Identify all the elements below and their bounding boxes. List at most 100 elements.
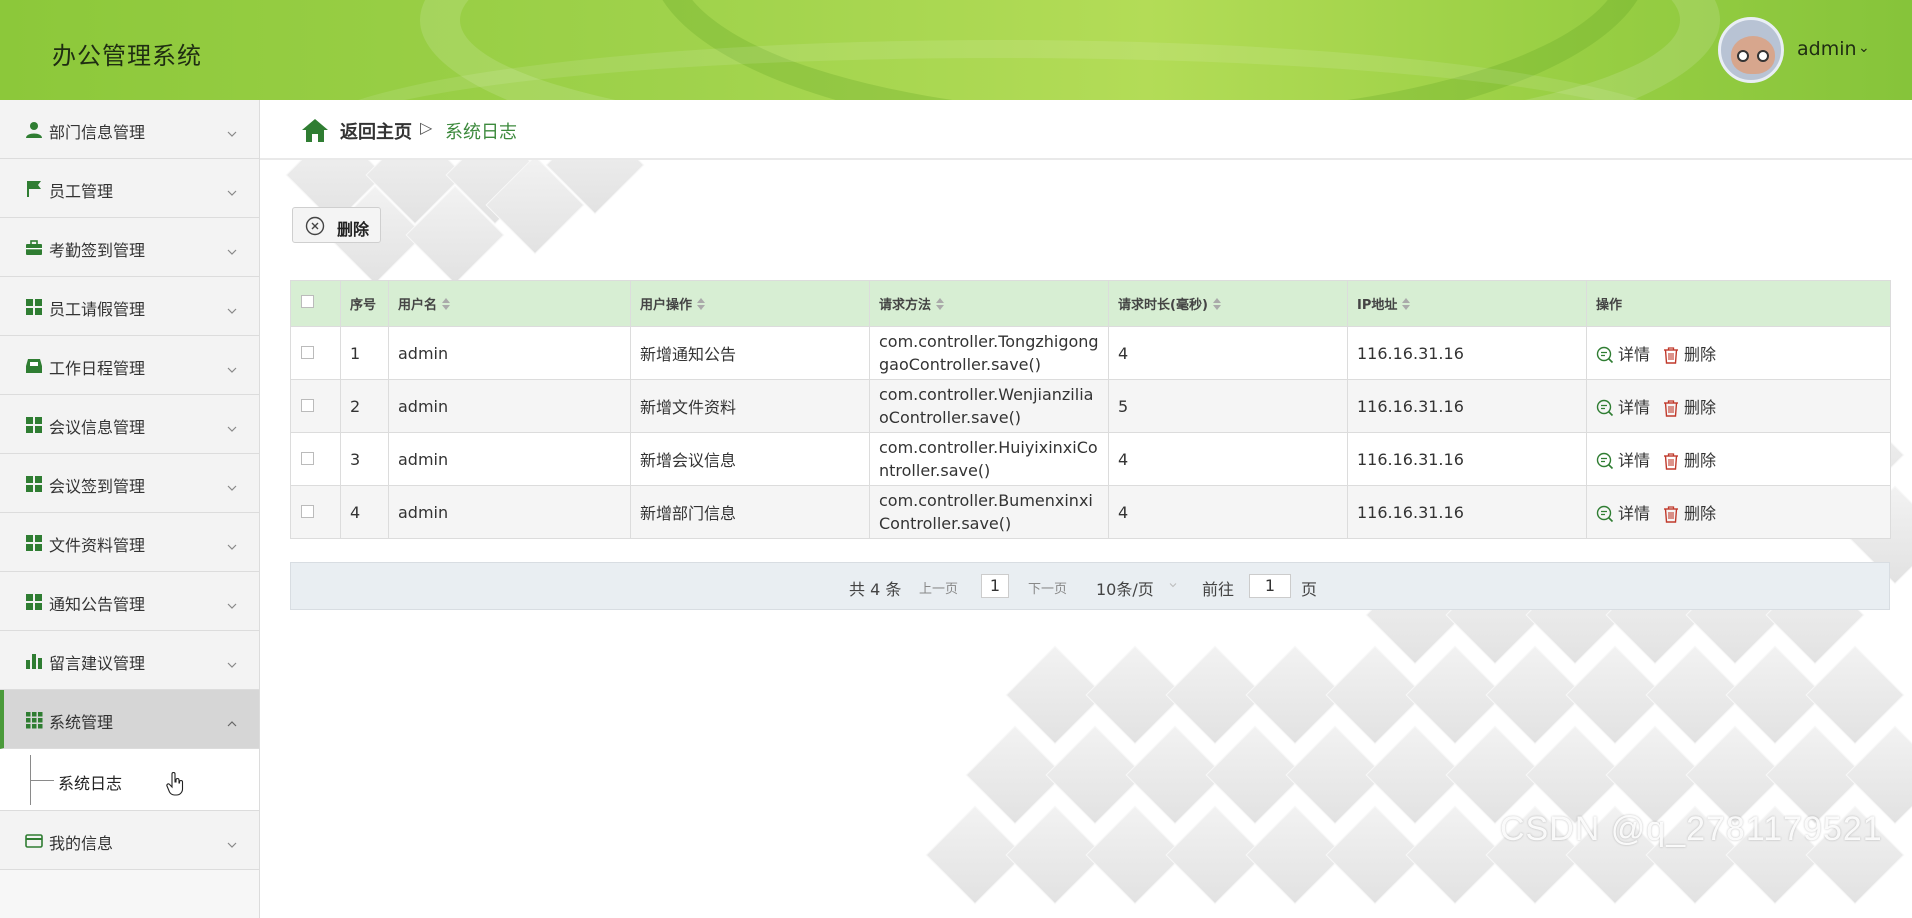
sort-icon[interactable]: [936, 298, 945, 310]
cell-operation: 新增部门信息: [630, 485, 870, 539]
row-checkbox[interactable]: [301, 504, 314, 518]
column-header-label: 请求时长(毫秒): [1118, 298, 1208, 313]
grid-icon: [25, 475, 43, 493]
row-delete-button[interactable]: 删除: [1662, 394, 1716, 418]
cell-operation: 新增文件资料: [630, 379, 870, 433]
apps-icon: [25, 711, 43, 729]
row-checkbox[interactable]: [301, 345, 314, 359]
row-checkbox-cell[interactable]: [290, 432, 341, 486]
column-header-ip[interactable]: IP地址: [1347, 280, 1587, 327]
chevron-down-icon[interactable]: [1169, 581, 1177, 589]
detail-button[interactable]: 详情: [1596, 341, 1650, 365]
sidebar-item[interactable]: 文件资料管理: [0, 513, 259, 572]
next-page-button[interactable]: 下一页: [1028, 578, 1067, 597]
detail-label: 详情: [1618, 398, 1651, 417]
sidebar-item[interactable]: 员工管理: [0, 159, 259, 218]
briefcase-icon: [25, 239, 43, 257]
avatar-eye: [1757, 50, 1769, 62]
trash-icon: [1662, 504, 1684, 523]
sort-icon[interactable]: [1212, 298, 1221, 310]
page-size-select[interactable]: 10条/页: [1096, 576, 1154, 600]
column-header-label: 用户操作: [640, 298, 693, 313]
row-delete-button[interactable]: 删除: [1662, 447, 1716, 471]
home-icon[interactable]: [300, 117, 330, 143]
detail-button[interactable]: 详情: [1596, 447, 1650, 471]
cell-ip: 116.16.31.16: [1347, 485, 1587, 539]
row-checkbox-cell[interactable]: [290, 326, 341, 380]
sidebar-item[interactable]: 部门信息管理: [0, 100, 259, 159]
delete-button-label: 删除: [337, 220, 370, 239]
sidebar-item[interactable]: 系统管理: [0, 690, 259, 749]
cell-operation: 新增通知公告: [630, 326, 870, 380]
sidebar-item[interactable]: 会议签到管理: [0, 454, 259, 513]
sort-icon[interactable]: [697, 298, 706, 310]
sort-icon[interactable]: [1402, 298, 1411, 310]
sidebar-item-label: 文件资料管理: [49, 536, 146, 555]
cell-username: admin: [388, 432, 631, 486]
sidebar-item[interactable]: 考勤签到管理: [0, 218, 259, 277]
table-row[interactable]: 1 admin 新增通知公告 com.controller.Tongzhigongga…: [290, 326, 1891, 380]
sidebar-item-label: 会议签到管理: [49, 477, 146, 496]
column-header-operation[interactable]: 用户操作: [630, 280, 870, 327]
grid-icon: [25, 416, 43, 434]
flag-icon: [25, 180, 43, 198]
row-checkbox-cell[interactable]: [290, 485, 341, 539]
cell-username: admin: [388, 485, 631, 539]
sidebar-item-label: 会议信息管理: [49, 418, 146, 437]
cell-ip: 116.16.31.16: [1347, 379, 1587, 433]
delete-button[interactable]: 删除: [292, 207, 381, 243]
sidebar-item[interactable]: 我的信息: [0, 811, 259, 870]
avatar-eye: [1737, 50, 1749, 62]
user-name[interactable]: admin: [1797, 38, 1857, 60]
cell-method: com.controller.TongzhigonggaoController.…: [869, 326, 1109, 380]
sidebar-item[interactable]: 留言建议管理: [0, 631, 259, 690]
row-checkbox-cell[interactable]: [290, 379, 341, 433]
row-delete-button[interactable]: 删除: [1662, 341, 1716, 365]
column-header-duration[interactable]: 请求时长(毫秒): [1108, 280, 1348, 327]
trash-icon: [1662, 451, 1684, 470]
sidebar-subitem-system-log[interactable]: 系统日志: [0, 749, 259, 811]
sidebar: 部门信息管理员工管理考勤签到管理 员工请假管理 工作日程管理会议信息管理 会议签到管理…: [0, 100, 260, 918]
column-header-username[interactable]: 用户名: [388, 280, 631, 327]
pagination-total: 共 4 条: [849, 580, 902, 599]
avatar[interactable]: [1718, 17, 1784, 83]
inbox-icon: [25, 357, 43, 375]
circle-x-icon: [305, 216, 325, 236]
column-header-method[interactable]: 请求方法: [869, 280, 1109, 327]
table-row[interactable]: 4 admin 新增部门信息 com.controller.BumenxinxiCon…: [290, 485, 1891, 539]
select-all-header[interactable]: [290, 280, 341, 327]
cell-duration: 4: [1108, 432, 1348, 486]
cell-duration: 4: [1108, 485, 1348, 539]
search-detail-icon: [1596, 398, 1618, 417]
trash-icon: [1662, 345, 1684, 364]
row-delete-button[interactable]: 删除: [1662, 500, 1716, 524]
sidebar-item[interactable]: 会议信息管理: [0, 395, 259, 454]
breadcrumb-separator: ▷: [420, 118, 433, 137]
current-page-number[interactable]: 1: [981, 574, 1009, 598]
chevron-down-icon: [227, 596, 237, 609]
chevron-down-icon: [227, 242, 237, 255]
column-header-actions: 操作: [1586, 280, 1891, 327]
breadcrumb-home-link[interactable]: 返回主页: [340, 118, 412, 144]
detail-button[interactable]: 详情: [1596, 394, 1650, 418]
bar-chart-icon: [25, 652, 43, 670]
grid-icon: [25, 298, 43, 316]
row-checkbox[interactable]: [301, 398, 314, 412]
chevron-down-icon[interactable]: ⌄: [1858, 40, 1870, 56]
goto-page-input[interactable]: 1: [1249, 574, 1291, 598]
chevron-down-icon: [227, 360, 237, 373]
prev-page-button[interactable]: 上一页: [919, 578, 958, 597]
detail-button[interactable]: 详情: [1596, 500, 1650, 524]
sidebar-item[interactable]: 通知公告管理: [0, 572, 259, 631]
chevron-down-icon: [227, 183, 237, 196]
select-all-checkbox[interactable]: [301, 295, 314, 308]
sidebar-item[interactable]: 员工请假管理: [0, 277, 259, 336]
sidebar-item[interactable]: 工作日程管理: [0, 336, 259, 395]
cell-actions: 详情 删除: [1586, 485, 1891, 539]
row-checkbox[interactable]: [301, 451, 314, 465]
cell-method: com.controller.BumenxinxiController.save…: [869, 485, 1109, 539]
table-row[interactable]: 2 admin 新增文件资料 com.controller.Wenjianziliao…: [290, 379, 1891, 433]
table-row[interactable]: 3 admin 新增会议信息 com.controller.HuiyixinxiCon…: [290, 432, 1891, 486]
sort-icon[interactable]: [442, 298, 451, 310]
sidebar-item-label: 员工管理: [49, 182, 114, 201]
